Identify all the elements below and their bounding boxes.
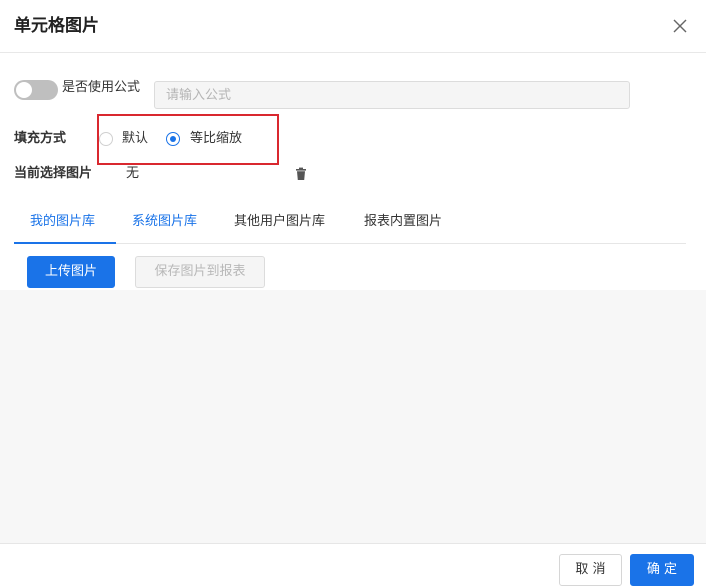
tab-report-builtin-images[interactable]: 报表内置图片 xyxy=(364,213,442,231)
trash-icon[interactable] xyxy=(294,166,308,180)
dialog-title: 单元格图片 xyxy=(14,16,99,36)
confirm-button[interactable]: 确 定 xyxy=(630,554,694,586)
current-image-value: 无 xyxy=(126,166,140,181)
cancel-button[interactable]: 取 消 xyxy=(559,554,622,586)
tab-my-images[interactable]: 我的图片库 xyxy=(30,213,95,231)
close-icon[interactable] xyxy=(670,16,690,36)
current-image-label: 当前选择图片 xyxy=(14,166,93,181)
tab-other-users-images[interactable]: 其他用户图片库 xyxy=(234,213,325,231)
save-image-to-report-button[interactable]: 保存图片到报表 xyxy=(135,256,265,288)
tab-active-indicator xyxy=(14,242,116,244)
dialog-footer: 取 消 确 定 xyxy=(0,543,706,588)
dialog-header: 单元格图片 xyxy=(0,0,706,53)
tab-system-images[interactable]: 系统图片库 xyxy=(132,213,197,231)
radio-proportional-scale[interactable] xyxy=(166,132,180,146)
switch-knob xyxy=(16,82,32,98)
radio-default-label[interactable]: 默认 xyxy=(122,130,148,148)
radio-default[interactable] xyxy=(99,132,113,146)
cell-image-dialog: 单元格图片 是否使用公式 填充方式 默认 等比缩放 当前选择图片 无 xyxy=(0,0,706,588)
radio-proportional-scale-label[interactable]: 等比缩放 xyxy=(190,130,242,148)
use-formula-label: 是否使用公式 xyxy=(62,80,141,95)
image-library-tabs: 我的图片库 系统图片库 其他用户图片库 报表内置图片 xyxy=(14,203,686,244)
formula-input[interactable] xyxy=(154,81,630,109)
fill-mode-label: 填充方式 xyxy=(14,131,67,146)
dialog-content: 是否使用公式 填充方式 默认 等比缩放 当前选择图片 无 我的图片库 xyxy=(0,53,706,290)
use-formula-switch[interactable] xyxy=(14,80,58,100)
dialog-body: 是否使用公式 填充方式 默认 等比缩放 当前选择图片 无 我的图片库 xyxy=(0,53,706,543)
upload-image-button[interactable]: 上传图片 xyxy=(27,256,115,288)
